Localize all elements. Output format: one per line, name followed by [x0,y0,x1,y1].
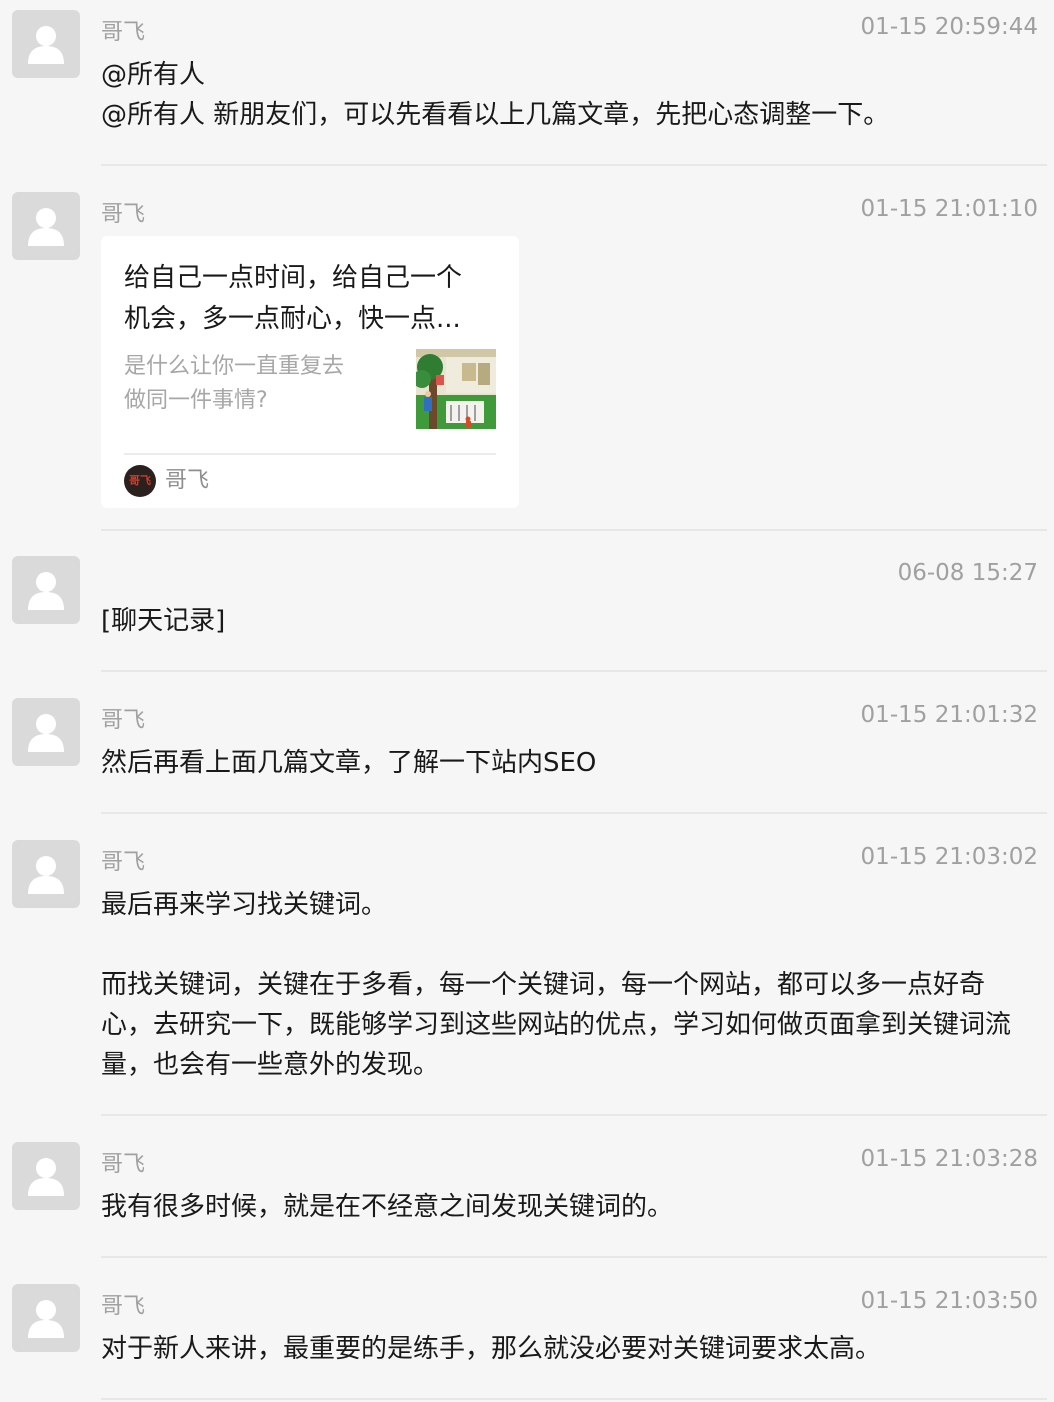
message-time: 01-15 21:03:50 [860,1288,1038,1314]
message-item: 哥飞 01-15 21:03:50 对于新人来讲，最重要的是练手，那么就没必要对… [0,0,1054,1402]
message-separator [101,1398,1047,1400]
message-text: 对于新人来讲，最重要的是练手，那么就没必要对关键词要求太高。 [101,1334,882,1364]
sender-name: 哥飞 [101,1294,146,1319]
user-avatar-icon[interactable] [12,1284,80,1352]
